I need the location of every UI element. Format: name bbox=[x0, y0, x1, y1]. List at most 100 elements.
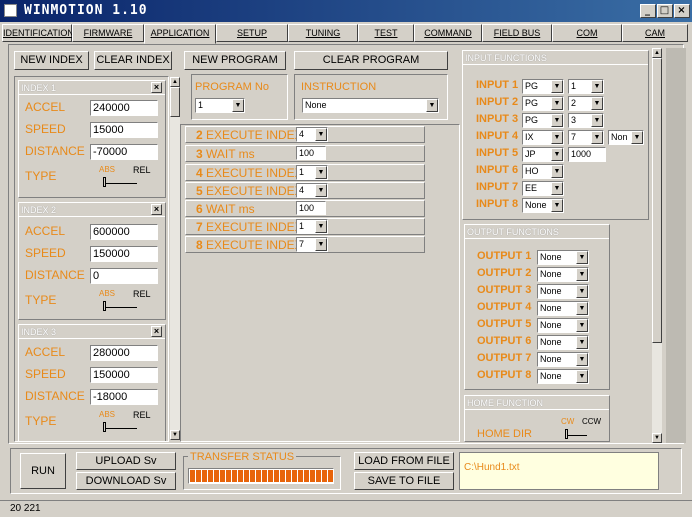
instruction-value-select[interactable]: 7 ▼ bbox=[296, 237, 328, 252]
instruction-select[interactable]: None ▼ bbox=[302, 98, 439, 113]
output-function-select[interactable]: None ▼ bbox=[537, 267, 589, 282]
distance-field[interactable]: -18000 bbox=[90, 389, 158, 405]
tab-identification[interactable]: IDENTIFICATION bbox=[2, 24, 74, 42]
input-param-select[interactable]: 1 ▼ bbox=[568, 79, 604, 94]
app-icon bbox=[4, 4, 17, 17]
input-function-select[interactable]: IX ▼ bbox=[522, 130, 564, 145]
tab-cam[interactable]: CAM bbox=[622, 24, 688, 42]
input-functions-title: INPUT FUNCTIONS bbox=[463, 51, 648, 65]
input-label: INPUT 6 bbox=[476, 164, 519, 176]
input-param-select[interactable]: 7 ▼ bbox=[568, 130, 604, 145]
input-function-select[interactable]: EE ▼ bbox=[522, 181, 564, 196]
input-function-select[interactable]: JP ▼ bbox=[522, 147, 564, 162]
scroll-up-icon[interactable]: ▲ bbox=[652, 48, 662, 58]
input-function-select[interactable]: PG ▼ bbox=[522, 113, 564, 128]
scroll-down-icon[interactable]: ▼ bbox=[170, 430, 180, 440]
instruction-value-select[interactable]: 1 ▼ bbox=[296, 219, 328, 234]
load-from-file-button[interactable]: LOAD FROM FILE bbox=[354, 452, 454, 470]
scroll-down-icon[interactable]: ▼ bbox=[652, 433, 662, 443]
type-slider[interactable] bbox=[101, 175, 141, 189]
distance-label: DISTANCE bbox=[25, 144, 85, 158]
distance-field[interactable]: -70000 bbox=[90, 144, 158, 160]
tab-com[interactable]: COM bbox=[552, 24, 622, 42]
instruction-value-select[interactable]: 4 ▼ bbox=[296, 127, 328, 142]
instruction-row[interactable]: 6 WAIT ms 100 bbox=[185, 200, 425, 217]
tab-command[interactable]: COMMAND bbox=[414, 24, 482, 42]
input-param-select[interactable]: 2 ▼ bbox=[568, 96, 604, 111]
chevron-down-icon: ▼ bbox=[576, 302, 588, 315]
new-program-button[interactable]: NEW PROGRAM bbox=[184, 51, 286, 70]
chevron-down-icon: ▼ bbox=[551, 182, 563, 195]
upload-button[interactable]: UPLOAD Sv bbox=[76, 452, 176, 470]
output-function-select[interactable]: None ▼ bbox=[537, 335, 589, 350]
input-param-select[interactable]: 3 ▼ bbox=[568, 113, 604, 128]
minimize-button[interactable]: _ bbox=[640, 4, 656, 18]
instruction-row[interactable]: 5 EXECUTE INDEX 4 ▼ bbox=[185, 182, 425, 199]
scroll-thumb[interactable] bbox=[170, 87, 180, 117]
type-slider[interactable] bbox=[101, 299, 141, 313]
input-function-select[interactable]: PG ▼ bbox=[522, 96, 564, 111]
instruction-row[interactable]: 8 EXECUTE INDEX 7 ▼ bbox=[185, 236, 425, 253]
input-function-select[interactable]: HO ▼ bbox=[522, 164, 564, 179]
download-button[interactable]: DOWNLOAD Sv bbox=[76, 472, 176, 490]
new-index-button[interactable]: NEW INDEX bbox=[14, 51, 89, 70]
home-dir-label: HOME DIR bbox=[477, 428, 532, 440]
index-scrollbar[interactable]: ▲ ▼ bbox=[170, 77, 180, 440]
accel-field[interactable]: 600000 bbox=[90, 224, 158, 240]
clear-index-button[interactable]: CLEAR INDEX bbox=[94, 51, 172, 70]
instruction-row[interactable]: 7 EXECUTE INDEX 1 ▼ bbox=[185, 218, 425, 235]
tab-setup[interactable]: SETUP bbox=[216, 24, 288, 42]
close-button[interactable]: × bbox=[674, 4, 690, 18]
scroll-up-icon[interactable]: ▲ bbox=[170, 77, 180, 87]
maximize-button[interactable]: □ bbox=[657, 4, 673, 18]
output-function-select[interactable]: None ▼ bbox=[537, 352, 589, 367]
close-icon[interactable]: × bbox=[151, 204, 162, 215]
instruction-value-field[interactable]: 100 bbox=[296, 146, 326, 160]
accel-field[interactable]: 280000 bbox=[90, 345, 158, 361]
instruction-value-select[interactable]: 1 ▼ bbox=[296, 165, 328, 180]
save-to-file-button[interactable]: SAVE TO FILE bbox=[354, 472, 454, 490]
instruction-group: INSTRUCTION None ▼ bbox=[294, 74, 448, 120]
speed-field[interactable]: 150000 bbox=[90, 246, 158, 262]
type-slider[interactable] bbox=[101, 420, 141, 434]
index-panel-title: INDEX 3 × bbox=[19, 325, 165, 339]
home-dir-slider[interactable] bbox=[563, 427, 589, 441]
output-function-select[interactable]: None ▼ bbox=[537, 301, 589, 316]
transfer-progress-fill bbox=[190, 470, 334, 482]
tab-firmware[interactable]: FIRMWARE bbox=[72, 24, 144, 42]
ccw-label: CCW bbox=[582, 417, 602, 426]
output-function-select[interactable]: None ▼ bbox=[537, 318, 589, 333]
speed-field[interactable]: 150000 bbox=[90, 367, 158, 383]
right-scrollbar[interactable]: ▲ ▼ bbox=[652, 48, 662, 443]
tab-field-bus[interactable]: FIELD BUS bbox=[482, 24, 552, 42]
window-title: WINMOTION 1.10 bbox=[24, 3, 148, 18]
instruction-value-field[interactable]: 100 bbox=[296, 201, 326, 215]
accel-field[interactable]: 240000 bbox=[90, 100, 158, 116]
tab-tuning[interactable]: TUNING bbox=[288, 24, 358, 42]
instruction-row[interactable]: 4 EXECUTE INDEX 1 ▼ bbox=[185, 164, 425, 181]
output-function-select[interactable]: None ▼ bbox=[537, 369, 589, 384]
output-function-select[interactable]: None ▼ bbox=[537, 250, 589, 265]
distance-label: DISTANCE bbox=[25, 268, 85, 282]
input-extra-select[interactable]: Non ▼ bbox=[608, 130, 644, 145]
input-function-select[interactable]: PG ▼ bbox=[522, 79, 564, 94]
tab-application[interactable]: APPLICATION bbox=[144, 24, 216, 44]
run-button[interactable]: RUN bbox=[20, 453, 66, 489]
tab-test[interactable]: TEST bbox=[358, 24, 414, 42]
instruction-row[interactable]: 3 WAIT ms 100 bbox=[185, 145, 425, 162]
distance-field[interactable]: 0 bbox=[90, 268, 158, 284]
chevron-down-icon: ▼ bbox=[631, 131, 643, 144]
scroll-thumb[interactable] bbox=[652, 58, 662, 343]
instruction-row[interactable]: 2 EXECUTE INDEX 4 ▼ bbox=[185, 126, 425, 143]
clear-program-button[interactable]: CLEAR PROGRAM bbox=[294, 51, 448, 70]
program-no-select[interactable]: 1 ▼ bbox=[195, 98, 245, 113]
output-function-select[interactable]: None ▼ bbox=[537, 284, 589, 299]
close-icon[interactable]: × bbox=[151, 82, 162, 93]
close-icon[interactable]: × bbox=[151, 326, 162, 337]
input-value-field[interactable]: 1000 bbox=[568, 147, 606, 162]
index-panel: INDEX 2 × ACCEL 600000 SPEED 150000 DISTA… bbox=[18, 202, 166, 320]
speed-field[interactable]: 15000 bbox=[90, 122, 158, 138]
input-function-select[interactable]: None ▼ bbox=[522, 198, 564, 213]
transfer-status-label: TRANSFER STATUS bbox=[188, 451, 297, 463]
instruction-value-select[interactable]: 4 ▼ bbox=[296, 183, 328, 198]
